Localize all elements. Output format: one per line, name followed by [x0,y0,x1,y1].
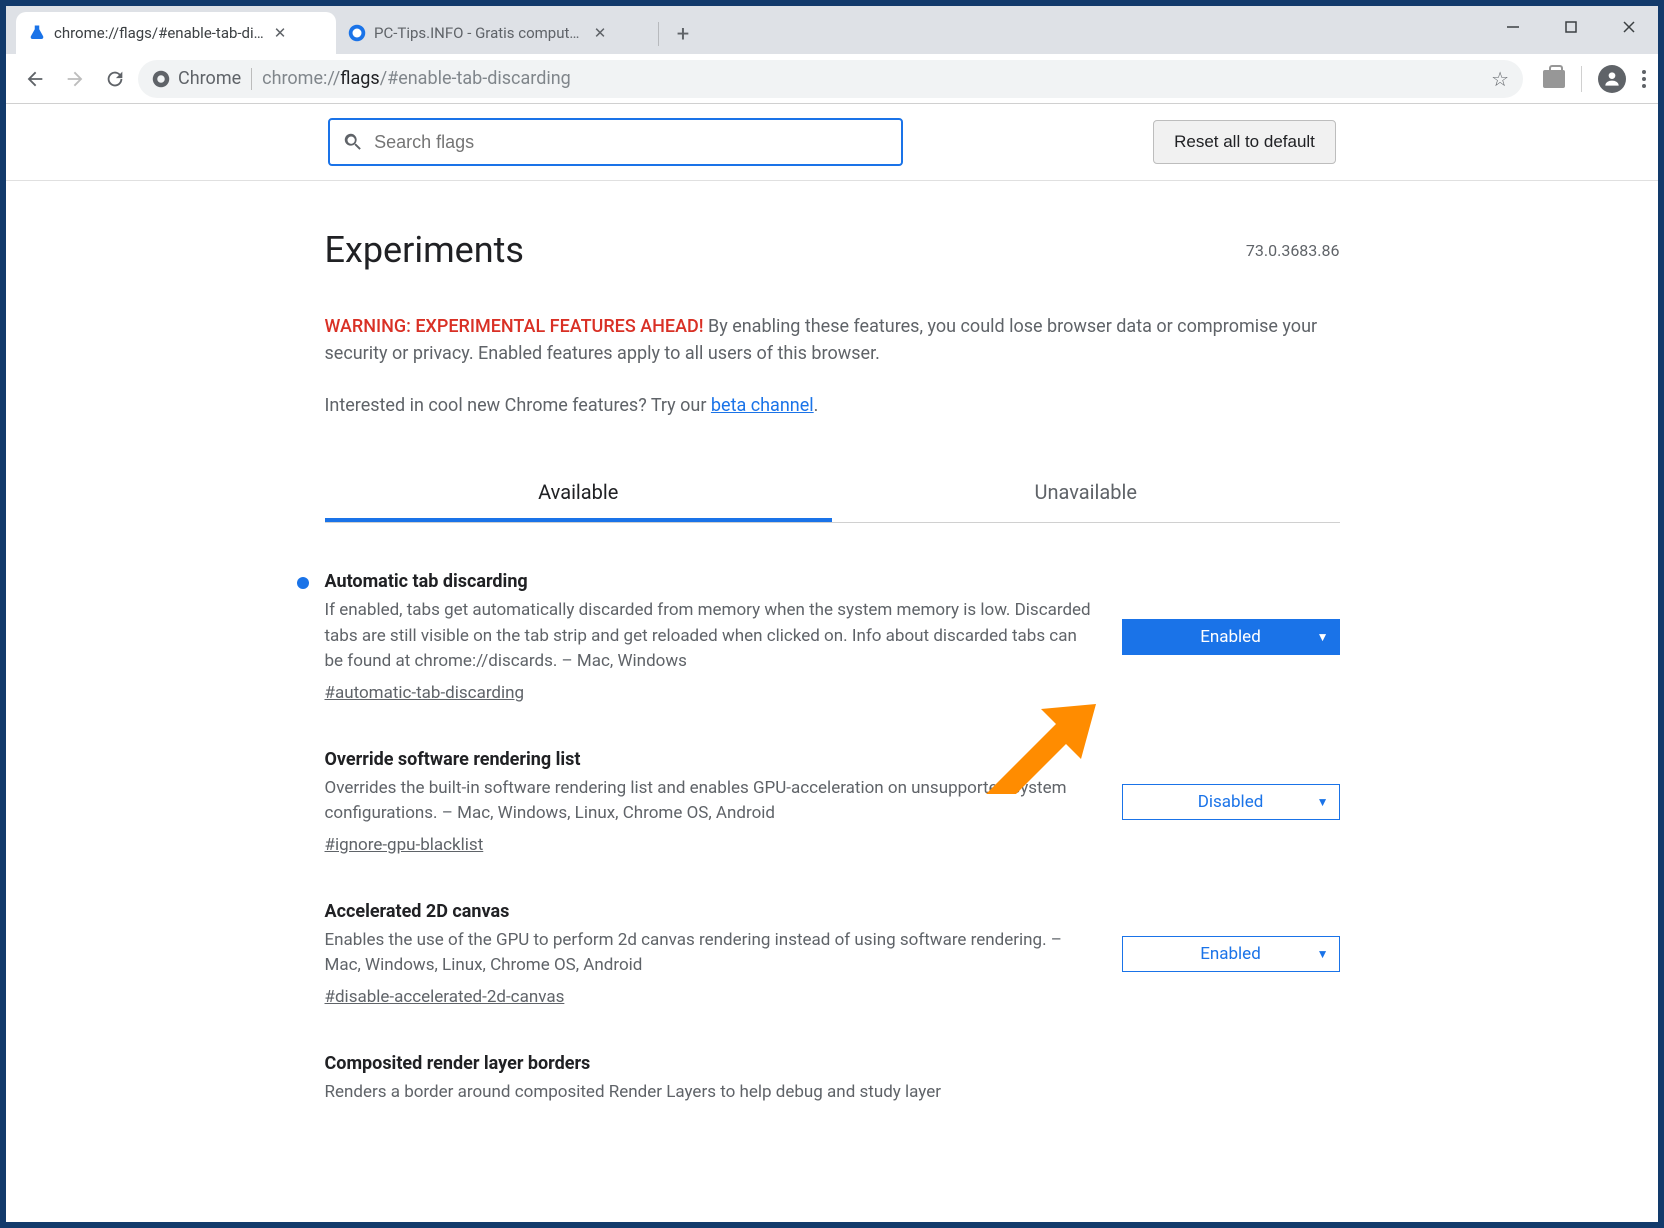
flag-title: Composited render layer borders [325,1053,1340,1074]
chrome-icon [152,70,170,88]
flag-select[interactable]: Enabled ▼ [1122,619,1340,655]
content-scroll[interactable]: Reset all to default Experiments 73.0.36… [6,104,1658,1222]
briefcase-icon[interactable] [1543,70,1565,88]
flag-description: Enables the use of the GPU to perform 2d… [325,928,1098,979]
window-controls [1484,6,1658,48]
chevron-down-icon: ▼ [1317,630,1329,644]
toolbar-separator [1581,66,1582,92]
omnibox-url: chrome://flags/#enable-tab-discarding [262,68,571,89]
flag-entry: Accelerated 2D canvas Enables the use of … [325,901,1340,1007]
toolbar: Chrome chrome://flags/#enable-tab-discar… [6,54,1658,104]
flag-text: Composited render layer borders Renders a… [325,1053,1340,1114]
flags-header: Reset all to default [6,104,1658,181]
flags-list: Automatic tab discarding If enabled, tabs… [325,571,1340,1113]
tab-strip: chrome://flags/#enable-tab-disc. ✕ PC-Ti… [6,6,1658,54]
warning-label: WARNING: EXPERIMENTAL FEATURES AHEAD! [325,316,704,337]
tab-title: chrome://flags/#enable-tab-disc. [54,24,264,42]
flask-icon [28,24,46,42]
menu-button[interactable] [1642,70,1646,88]
browser-tab-active[interactable]: chrome://flags/#enable-tab-disc. ✕ [16,12,336,54]
profile-avatar[interactable] [1598,65,1626,93]
tab-unavailable[interactable]: Unavailable [832,466,1340,522]
omnibox-chip-label: Chrome [178,68,241,89]
flag-description: If enabled, tabs get automatically disca… [325,598,1098,675]
toolbar-right [1543,65,1646,93]
search-flags-box[interactable] [328,118,903,166]
flag-anchor-link[interactable]: #ignore-gpu-blacklist [325,835,484,855]
flag-title: Override software rendering list [325,749,1098,770]
site-favicon-icon [348,24,366,42]
flag-select-value: Enabled [1200,627,1261,647]
omnibox-separator [251,68,252,90]
maximize-button[interactable] [1542,6,1600,48]
forward-button[interactable] [58,62,92,96]
flag-select[interactable]: Disabled ▼ [1122,784,1340,820]
tab-separator [658,22,659,46]
flag-text: Accelerated 2D canvas Enables the use of … [325,901,1098,1007]
chevron-down-icon: ▼ [1317,947,1329,961]
reload-button[interactable] [98,62,132,96]
modified-dot-icon [297,577,309,589]
flag-select-value: Disabled [1198,792,1264,812]
bookmark-star-icon[interactable]: ☆ [1491,67,1509,91]
flag-text: Override software rendering list Override… [325,749,1098,855]
flag-text: Automatic tab discarding If enabled, tabs… [325,571,1098,703]
close-window-button[interactable] [1600,6,1658,48]
content-area: Reset all to default Experiments 73.0.36… [6,104,1658,1222]
search-input[interactable] [374,132,889,153]
reset-all-button[interactable]: Reset all to default [1153,120,1336,164]
flag-select-value: Enabled [1200,944,1261,964]
minimize-button[interactable] [1484,6,1542,48]
tab-available[interactable]: Available [325,466,833,522]
flags-body: Experiments 73.0.3683.86 WARNING: EXPERI… [325,181,1340,1222]
chevron-down-icon: ▼ [1317,795,1329,809]
flag-title: Automatic tab discarding [325,571,1098,592]
flag-entry: Composited render layer borders Renders a… [325,1053,1340,1114]
flag-anchor-link[interactable]: #automatic-tab-discarding [325,683,525,703]
beta-channel-link[interactable]: beta channel [711,395,814,416]
back-button[interactable] [18,62,52,96]
tab-title: PC-Tips.INFO - Gratis computer t [374,24,584,42]
close-icon[interactable]: ✕ [272,25,288,41]
new-tab-button[interactable]: + [667,18,699,50]
omnibox-chip: Chrome [152,68,241,89]
page-title: Experiments [325,229,524,271]
flag-title: Accelerated 2D canvas [325,901,1098,922]
flag-select[interactable]: Enabled ▼ [1122,936,1340,972]
version-label: 73.0.3683.86 [1246,241,1340,260]
chrome-window: chrome://flags/#enable-tab-disc. ✕ PC-Ti… [6,6,1658,1222]
omnibox[interactable]: Chrome chrome://flags/#enable-tab-discar… [138,60,1523,98]
flag-entry: Automatic tab discarding If enabled, tabs… [325,571,1340,703]
flag-description: Renders a border around composited Rende… [325,1080,1340,1106]
warning-text: WARNING: EXPERIMENTAL FEATURES AHEAD! By… [325,313,1340,367]
close-icon[interactable]: ✕ [592,25,608,41]
browser-tab-inactive[interactable]: PC-Tips.INFO - Gratis computer t ✕ [336,12,656,54]
flag-entry: Override software rendering list Override… [325,749,1340,855]
beta-info: Interested in cool new Chrome features? … [325,395,1340,416]
search-icon [342,131,364,153]
flag-tabs: Available Unavailable [325,466,1340,523]
flag-description: Overrides the built-in software renderin… [325,776,1098,827]
title-row: Experiments 73.0.3683.86 [325,229,1340,271]
flag-anchor-link[interactable]: #disable-accelerated-2d-canvas [325,987,565,1007]
